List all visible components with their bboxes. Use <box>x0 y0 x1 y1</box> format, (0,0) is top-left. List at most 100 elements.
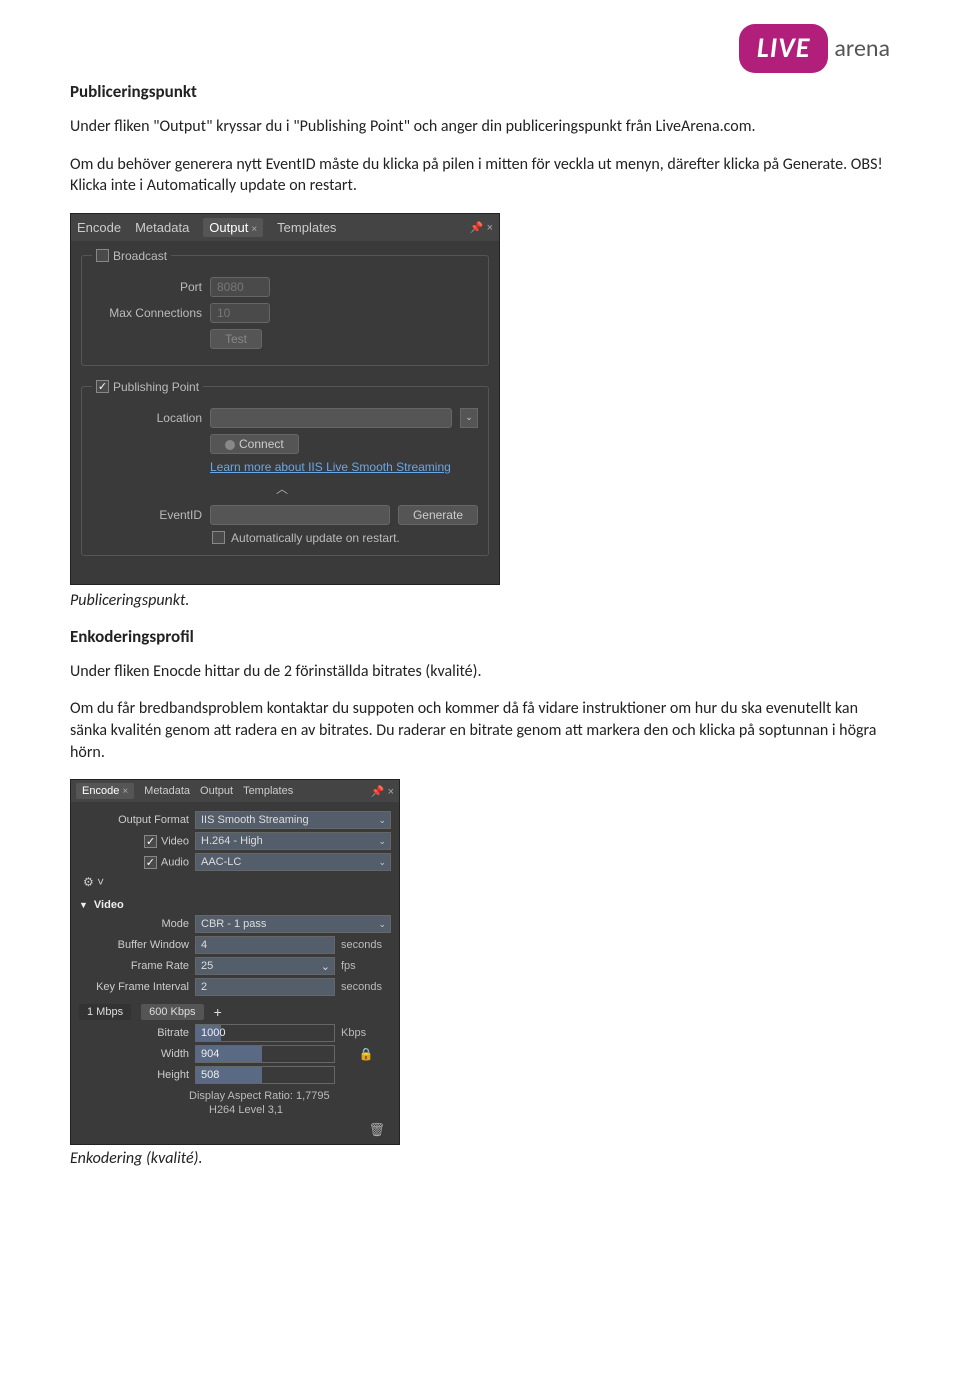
bitrate-input[interactable]: 1000 <box>195 1024 335 1042</box>
mode-value: CBR - 1 pass <box>201 918 266 930</box>
bitrate-label: Bitrate <box>79 1027 189 1039</box>
port-input[interactable]: 8080 <box>210 277 270 297</box>
learn-more-link[interactable]: Learn more about IIS Live Smooth Streami… <box>210 460 451 474</box>
bitrate-unit: Kbps <box>341 1027 391 1039</box>
framerate-label: Frame Rate <box>79 960 189 972</box>
maxconn-input[interactable]: 10 <box>210 303 270 323</box>
bitrate-value: 1000 <box>196 1027 225 1039</box>
generate-button[interactable]: Generate <box>398 505 478 525</box>
tab-bar: Encode Metadata Output× Templates 📌 × <box>71 214 499 241</box>
mode-label: Mode <box>79 918 189 930</box>
height-input[interactable]: 508 <box>195 1066 335 1084</box>
outfmt-select[interactable]: IIS Smooth Streaming ⌄ <box>195 811 391 829</box>
buffer-label: Buffer Window <box>79 939 189 951</box>
port-label: Port <box>92 280 202 294</box>
triangle-down-icon: ▼ <box>79 900 88 910</box>
logo-bubble: LIVE <box>739 24 829 73</box>
section-heading-enkoderingsprofil: Enkoderingsprofil <box>70 626 890 647</box>
width-input[interactable]: 904 <box>195 1045 335 1063</box>
connect-label: Connect <box>239 437 284 451</box>
audio-codec-select[interactable]: AAC-LC ⌄ <box>195 853 391 871</box>
close-icon[interactable]: × <box>251 224 257 235</box>
keyframe-input[interactable]: 2 <box>195 978 335 996</box>
tab-metadata[interactable]: Metadata <box>135 220 189 235</box>
buffer-input[interactable]: 4 <box>195 936 335 954</box>
height-value: 508 <box>196 1069 219 1081</box>
location-label: Location <box>92 411 202 425</box>
close-icon[interactable]: × <box>122 786 128 797</box>
framerate-input[interactable]: 25 ⌄ <box>195 957 335 975</box>
pin-icon[interactable]: 📌 × <box>371 785 394 798</box>
logo-suffix: arena <box>834 34 890 63</box>
tab-templates[interactable]: Templates <box>243 785 293 797</box>
width-value: 904 <box>196 1048 219 1060</box>
bitrate-tabs: 1 Mbps 600 Kbps + <box>79 1004 391 1020</box>
video-codec-value: H.264 - High <box>201 835 263 847</box>
audio-label: Audio <box>161 856 189 868</box>
body-text: Under fliken Enocde hittar du de 2 förin… <box>70 661 890 683</box>
lock-icon[interactable]: 🔒 <box>359 1047 374 1061</box>
caption-publiceringspunkt: Publiceringspunkt. <box>70 591 890 610</box>
logo: LIVE arena <box>739 24 890 73</box>
bitrate-tab-1mbps[interactable]: 1 Mbps <box>79 1004 131 1020</box>
tab-encode[interactable]: Encode <box>77 220 121 235</box>
section-heading-publiceringspunkt: Publiceringspunkt <box>70 81 890 102</box>
pubpoint-checkbox[interactable] <box>96 380 109 393</box>
outfmt-label: Output Format <box>79 814 189 826</box>
chevron-down-icon: ⌄ <box>378 836 386 847</box>
mode-select[interactable]: CBR - 1 pass ⌄ <box>195 915 391 933</box>
framerate-value: 25 <box>201 960 213 972</box>
caption-enkodering: Enkodering (kvalité). <box>70 1149 890 1168</box>
pin-icon[interactable]: 📌 × <box>470 221 493 234</box>
chevron-down-icon: ⌄ <box>378 815 386 826</box>
tab-templates[interactable]: Templates <box>277 220 336 235</box>
tab-metadata[interactable]: Metadata <box>144 785 190 797</box>
broadcast-group: Broadcast Port 8080 Max Connections 10 T… <box>81 249 489 366</box>
eventid-input[interactable] <box>210 505 390 525</box>
location-dropdown-icon[interactable]: ⌄ <box>460 408 478 428</box>
aspect-ratio-text: Display Aspect Ratio: 1,7795 <box>189 1090 391 1102</box>
video-section-header[interactable]: ▼ Video <box>79 899 391 911</box>
keyframe-unit: seconds <box>341 981 391 993</box>
location-input[interactable] <box>210 408 452 428</box>
test-button[interactable]: Test <box>210 329 262 349</box>
chevron-down-icon: ⌄ <box>378 919 386 930</box>
audio-checkbox[interactable] <box>144 856 157 869</box>
height-label: Height <box>79 1069 189 1081</box>
expander-chevron-icon[interactable]: ︿ <box>92 480 478 497</box>
auto-update-label: Automatically update on restart. <box>231 531 400 545</box>
tab-bar: Encode× Metadata Output Templates 📌 × <box>71 780 399 802</box>
tab-label: Encode <box>82 785 119 797</box>
outfmt-value: IIS Smooth Streaming <box>201 814 309 826</box>
buffer-unit: seconds <box>341 939 391 951</box>
publishing-point-group: Publishing Point Location ⌄ Connect Lear… <box>81 380 489 556</box>
video-checkbox[interactable] <box>144 835 157 848</box>
body-text: Om du får bredbandsproblem kontaktar du … <box>70 698 890 763</box>
h264-level-text: H264 Level 3,1 <box>209 1104 391 1116</box>
pubpoint-legend-label: Publishing Point <box>113 380 199 394</box>
trash-icon[interactable]: 🗑 <box>368 1122 385 1138</box>
video-label: Video <box>161 835 189 847</box>
eventid-label: EventID <box>92 508 202 522</box>
chevron-down-icon: ⌄ <box>378 857 386 868</box>
pubpoint-legend: Publishing Point <box>92 380 203 394</box>
broadcast-legend: Broadcast <box>92 249 171 263</box>
width-label: Width <box>79 1048 189 1060</box>
tab-label: Output <box>209 220 248 235</box>
bitrate-tab-600kbps[interactable]: 600 Kbps <box>141 1004 203 1020</box>
tab-output[interactable]: Output <box>200 785 233 797</box>
chevron-down-icon: ⌄ <box>321 960 330 973</box>
video-codec-select[interactable]: H.264 - High ⌄ <box>195 832 391 850</box>
framerate-unit: fps <box>341 960 391 972</box>
status-dot-icon <box>225 440 235 450</box>
maxconn-label: Max Connections <box>92 306 202 320</box>
header-logo-row: LIVE arena <box>70 24 890 73</box>
tab-output[interactable]: Output× <box>203 218 263 237</box>
broadcast-checkbox[interactable] <box>96 249 109 262</box>
auto-update-checkbox[interactable] <box>212 531 225 544</box>
connect-button[interactable]: Connect <box>210 434 299 454</box>
gear-icon[interactable]: ⚙ ˅ <box>83 875 391 889</box>
broadcast-legend-label: Broadcast <box>113 249 167 263</box>
tab-encode[interactable]: Encode× <box>76 783 134 799</box>
add-bitrate-icon[interactable]: + <box>214 1004 222 1020</box>
